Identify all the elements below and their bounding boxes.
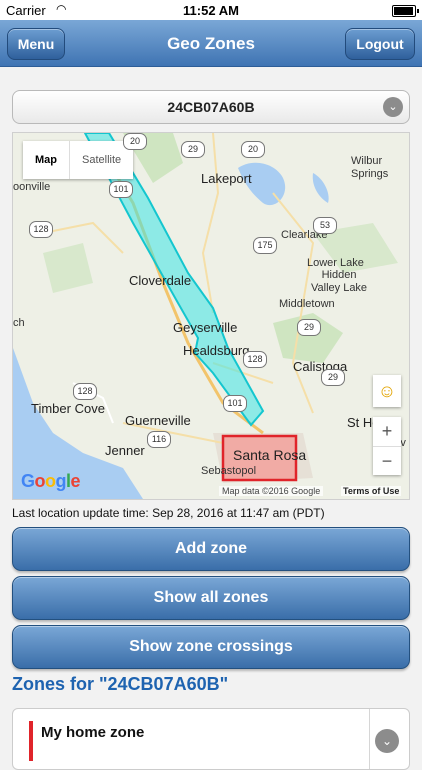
- divider: [369, 709, 370, 769]
- highway-29: [201, 133, 220, 314]
- highway-shield: 175: [253, 237, 277, 254]
- place-label: Lakeport: [201, 171, 252, 186]
- park-area: [43, 243, 93, 293]
- lake-shape: [312, 173, 329, 203]
- terms-of-use-link[interactable]: Terms of Use: [341, 486, 402, 496]
- highway-shield: 20: [123, 133, 147, 150]
- place-label: Middletown: [279, 298, 335, 310]
- highway-shield: 53: [313, 217, 337, 234]
- zoom-out-button[interactable]: −: [373, 447, 401, 476]
- device-select-value: 24CB07A60B: [167, 99, 255, 115]
- zones-heading: Zones for "24CB07A60B": [12, 674, 229, 694]
- last-update-text: Last location update time: Sep 28, 2016 …: [12, 506, 325, 520]
- map-type-control: Map Satellite: [23, 141, 134, 179]
- highway-shield: 29: [181, 141, 205, 158]
- highway-shield: 101: [109, 181, 133, 198]
- place-label: Santa Rosa: [233, 447, 307, 463]
- zone-name: My home zone: [41, 724, 145, 741]
- battery-fill: [394, 7, 413, 15]
- place-label: Lower Lake: [307, 257, 364, 269]
- highway-shield: 101: [223, 395, 247, 412]
- place-label: Jenner: [105, 443, 145, 458]
- map-type-map-button[interactable]: Map: [23, 141, 70, 179]
- map-graphic: [13, 133, 398, 499]
- place-label: Timber Cove: [31, 401, 105, 416]
- map-view[interactable]: Map Satellite oonville Lakeport Wilbur S…: [12, 132, 410, 500]
- street-view-pegman-icon[interactable]: ☺: [373, 375, 401, 407]
- place-label: Healdsburg: [183, 343, 250, 358]
- map-attribution: Map data ©2016 Google: [219, 486, 324, 496]
- place-label: Cloverdale: [129, 273, 192, 288]
- highway-shield: 128: [243, 351, 267, 368]
- status-time: 11:52 AM: [183, 3, 239, 18]
- zone-color-bar: [29, 721, 33, 761]
- show-all-zones-button[interactable]: Show all zones: [12, 576, 410, 620]
- battery-icon: [392, 5, 419, 17]
- place-label: Sebastopol: [201, 465, 257, 477]
- chevron-down-icon[interactable]: ⌄: [375, 729, 399, 753]
- zoom-control: + −: [373, 417, 401, 475]
- place-label: Hidden Valley Lake: [311, 269, 368, 294]
- device-select[interactable]: 24CB07A60B ⌄: [12, 90, 410, 124]
- highway-shield: 29: [321, 369, 345, 386]
- highway-shield: 128: [73, 383, 97, 400]
- highway-shield: 29: [297, 319, 321, 336]
- logout-button[interactable]: Logout: [345, 28, 415, 60]
- google-logo: Google: [21, 471, 81, 491]
- place-label: oonville: [13, 181, 51, 193]
- zone-list-item[interactable]: My home zone ⌄: [12, 708, 410, 770]
- place-label: Guerneville: [125, 413, 191, 428]
- highway-shield: 128: [29, 221, 53, 238]
- place-label: ch: [13, 317, 25, 329]
- chevron-down-icon[interactable]: ⌄: [383, 97, 403, 117]
- highway-shield: 20: [241, 141, 265, 158]
- navigation-bar: Menu Geo Zones Logout: [0, 20, 422, 67]
- highway-shield: 116: [147, 431, 171, 448]
- show-zone-crossings-button[interactable]: Show zone crossings: [12, 625, 410, 669]
- place-label: Wilbur Springs: [351, 155, 389, 180]
- zoom-in-button[interactable]: +: [373, 417, 401, 447]
- add-zone-button[interactable]: Add zone: [12, 527, 410, 571]
- status-bar: Carrier ◠ 11:52 AM: [0, 0, 422, 20]
- place-label: Geyserville: [173, 320, 238, 335]
